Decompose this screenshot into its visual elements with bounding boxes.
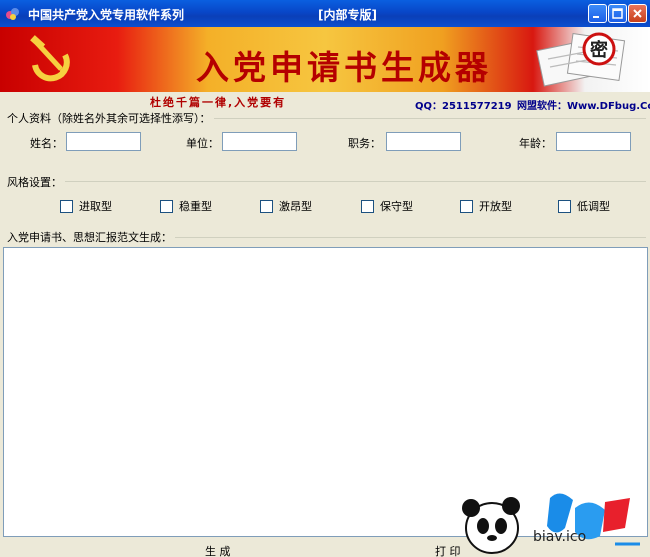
style-option-label: 保守型 xyxy=(380,200,413,213)
style-option-label: 稳重型 xyxy=(179,200,212,213)
checkbox[interactable] xyxy=(361,199,374,213)
window-edition: [内部专版] xyxy=(318,8,377,22)
qq-contact: QQ：2511577219 xyxy=(415,101,512,112)
confidential-documents-icon: 密 xyxy=(536,32,626,87)
close-icon xyxy=(633,9,642,18)
unit-label: 单位： xyxy=(186,137,219,150)
style-option-aggressive[interactable]: 进取型 xyxy=(60,198,112,214)
age-input[interactable] xyxy=(556,132,631,151)
close-button[interactable] xyxy=(628,4,647,23)
checkbox[interactable] xyxy=(558,199,571,213)
style-option-label: 开放型 xyxy=(479,200,512,213)
style-option-label: 进取型 xyxy=(79,200,112,213)
banner-title: 入党申请书生成器 xyxy=(196,48,492,87)
position-label: 职务： xyxy=(348,137,381,150)
style-label: 风格设置： xyxy=(4,174,65,190)
style-option-lowkey[interactable]: 低调型 xyxy=(558,198,610,214)
generate-button[interactable]: 生 成 xyxy=(205,543,231,557)
panda-watermark-icon xyxy=(462,493,640,554)
watermark-text: biav.ico xyxy=(533,529,587,545)
minimize-icon xyxy=(593,16,599,18)
style-option-open[interactable]: 开放型 xyxy=(460,198,512,214)
checkbox[interactable] xyxy=(260,199,273,213)
maximize-icon xyxy=(612,8,623,19)
style-option-label: 激昂型 xyxy=(279,200,312,213)
style-option-steady[interactable]: 稳重型 xyxy=(160,198,212,214)
window-title: 中国共产党入党专用软件系列 xyxy=(28,8,185,22)
title-bar[interactable]: 中国共产党入党专用软件系列 [内部专版] xyxy=(0,0,650,27)
age-label: 年龄： xyxy=(519,137,552,150)
name-label: 姓名： xyxy=(30,137,63,150)
slogan: 杜绝千篇一律,入党要有 xyxy=(150,96,287,109)
unit-input[interactable] xyxy=(222,132,297,151)
hammer-sickle-icon xyxy=(30,35,70,82)
checkbox[interactable] xyxy=(160,199,173,213)
checkbox[interactable] xyxy=(60,199,73,213)
output-label: 入党申请书、思想汇报范文生成： xyxy=(4,229,175,245)
checkbox[interactable] xyxy=(460,199,473,213)
personal-info-label: 个人资料（除姓名外其余可选择性添写）： xyxy=(4,110,214,126)
app-icon xyxy=(6,8,19,20)
style-option-passionate[interactable]: 激昂型 xyxy=(260,198,312,214)
stamp-text: 密 xyxy=(590,39,608,61)
header-banner: 入党申请书生成器 密 xyxy=(0,27,650,92)
style-option-label: 低调型 xyxy=(577,200,610,213)
website-link[interactable]: 网盟软件：Www.DFbug.Com xyxy=(517,97,650,112)
minimize-button[interactable] xyxy=(588,4,607,23)
style-option-conservative[interactable]: 保守型 xyxy=(361,198,413,214)
name-input[interactable] xyxy=(66,132,141,151)
position-input[interactable] xyxy=(386,132,461,151)
maximize-button[interactable] xyxy=(608,4,627,23)
